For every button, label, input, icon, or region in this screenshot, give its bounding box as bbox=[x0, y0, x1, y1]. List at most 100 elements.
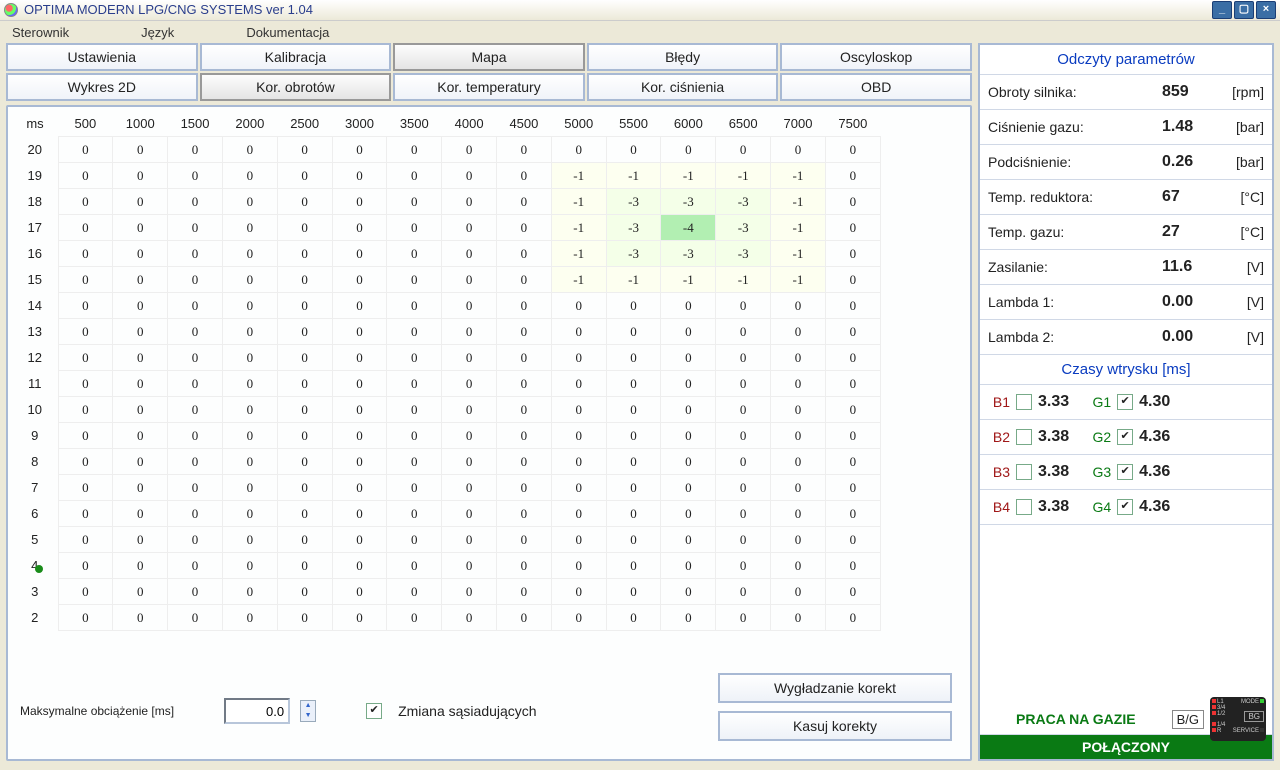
grid-cell[interactable]: 0 bbox=[222, 241, 277, 267]
grid-cell[interactable]: 0 bbox=[661, 527, 716, 553]
grid-cell[interactable]: 0 bbox=[168, 605, 223, 631]
grid-cell[interactable]: 0 bbox=[606, 449, 661, 475]
grid-cell[interactable]: 0 bbox=[168, 163, 223, 189]
grid-cell[interactable]: 0 bbox=[222, 553, 277, 579]
grid-cell[interactable]: -3 bbox=[606, 215, 661, 241]
grid-cell[interactable]: 0 bbox=[716, 501, 771, 527]
grid-cell[interactable]: -1 bbox=[661, 163, 716, 189]
grid-cell[interactable]: 0 bbox=[332, 267, 387, 293]
grid-cell[interactable]: 0 bbox=[771, 397, 826, 423]
grid-cell[interactable]: 0 bbox=[277, 605, 332, 631]
inj-g-checkbox[interactable]: ✔ bbox=[1117, 464, 1133, 480]
close-button[interactable]: × bbox=[1256, 1, 1276, 19]
grid-cell[interactable]: 0 bbox=[332, 527, 387, 553]
grid-cell[interactable]: 0 bbox=[113, 371, 168, 397]
grid-cell[interactable]: 0 bbox=[497, 215, 552, 241]
grid-cell[interactable]: 0 bbox=[58, 397, 113, 423]
grid-cell[interactable]: -3 bbox=[716, 241, 771, 267]
grid-cell[interactable]: 0 bbox=[551, 501, 606, 527]
grid-cell[interactable]: 0 bbox=[716, 371, 771, 397]
grid-cell[interactable]: 0 bbox=[168, 527, 223, 553]
grid-cell[interactable]: 0 bbox=[497, 449, 552, 475]
grid-cell[interactable]: 0 bbox=[661, 605, 716, 631]
grid-cell[interactable]: 0 bbox=[387, 475, 442, 501]
grid-cell[interactable]: 0 bbox=[606, 605, 661, 631]
grid-cell[interactable]: 0 bbox=[551, 345, 606, 371]
tab-calibration[interactable]: Kalibracja bbox=[200, 43, 392, 71]
grid-cell[interactable]: 0 bbox=[277, 371, 332, 397]
grid-cell[interactable]: 0 bbox=[113, 241, 168, 267]
grid-cell[interactable]: 0 bbox=[277, 501, 332, 527]
grid-cell[interactable]: 0 bbox=[442, 267, 497, 293]
grid-cell[interactable]: 0 bbox=[771, 501, 826, 527]
grid-cell[interactable]: 0 bbox=[606, 423, 661, 449]
grid-cell[interactable]: 0 bbox=[168, 449, 223, 475]
subtab-wykres[interactable]: Wykres 2D bbox=[6, 73, 198, 101]
grid-cell[interactable]: 0 bbox=[387, 345, 442, 371]
grid-cell[interactable]: -1 bbox=[771, 163, 826, 189]
grid-cell[interactable]: 0 bbox=[168, 501, 223, 527]
grid-cell[interactable]: 0 bbox=[222, 137, 277, 163]
grid-cell[interactable]: 0 bbox=[113, 319, 168, 345]
grid-cell[interactable]: 0 bbox=[387, 397, 442, 423]
inj-b-checkbox[interactable] bbox=[1016, 429, 1032, 445]
grid-cell[interactable]: 0 bbox=[58, 475, 113, 501]
grid-cell[interactable]: 0 bbox=[825, 605, 880, 631]
grid-cell[interactable]: 0 bbox=[277, 475, 332, 501]
grid-cell[interactable]: 0 bbox=[113, 579, 168, 605]
grid-cell[interactable]: 0 bbox=[606, 501, 661, 527]
grid-cell[interactable]: 0 bbox=[387, 579, 442, 605]
grid-cell[interactable]: 0 bbox=[551, 397, 606, 423]
grid-cell[interactable]: 0 bbox=[222, 501, 277, 527]
grid-cell[interactable]: 0 bbox=[442, 189, 497, 215]
grid-cell[interactable]: -3 bbox=[716, 189, 771, 215]
grid-cell[interactable]: 0 bbox=[825, 423, 880, 449]
grid-cell[interactable]: 0 bbox=[387, 449, 442, 475]
grid-cell[interactable]: -1 bbox=[661, 267, 716, 293]
grid-cell[interactable]: 0 bbox=[58, 371, 113, 397]
grid-cell[interactable]: 0 bbox=[387, 267, 442, 293]
grid-cell[interactable]: 0 bbox=[497, 163, 552, 189]
grid-cell[interactable]: 0 bbox=[113, 475, 168, 501]
grid-cell[interactable]: 0 bbox=[387, 553, 442, 579]
grid-cell[interactable]: 0 bbox=[551, 137, 606, 163]
grid-cell[interactable]: 0 bbox=[277, 137, 332, 163]
grid-cell[interactable]: 0 bbox=[332, 605, 387, 631]
grid-cell[interactable]: 0 bbox=[387, 423, 442, 449]
grid-cell[interactable]: 0 bbox=[58, 241, 113, 267]
inj-g-checkbox[interactable]: ✔ bbox=[1117, 429, 1133, 445]
grid-cell[interactable]: 0 bbox=[113, 293, 168, 319]
inj-g-checkbox[interactable]: ✔ bbox=[1117, 394, 1133, 410]
grid-cell[interactable]: 0 bbox=[58, 189, 113, 215]
grid-cell[interactable]: 0 bbox=[332, 293, 387, 319]
grid-cell[interactable]: 0 bbox=[771, 371, 826, 397]
grid-cell[interactable]: 0 bbox=[277, 527, 332, 553]
grid-cell[interactable]: 0 bbox=[387, 241, 442, 267]
grid-cell[interactable]: 0 bbox=[113, 423, 168, 449]
grid-cell[interactable]: 0 bbox=[387, 215, 442, 241]
grid-cell[interactable]: 0 bbox=[277, 423, 332, 449]
grid-cell[interactable]: 0 bbox=[222, 449, 277, 475]
grid-cell[interactable]: 0 bbox=[222, 163, 277, 189]
grid-cell[interactable]: 0 bbox=[387, 605, 442, 631]
grid-cell[interactable]: 0 bbox=[661, 293, 716, 319]
grid-cell[interactable]: 0 bbox=[442, 241, 497, 267]
smooth-button[interactable]: Wygładzanie korekt bbox=[718, 673, 952, 703]
grid-cell[interactable]: 0 bbox=[168, 475, 223, 501]
tab-errors[interactable]: Błędy bbox=[587, 43, 779, 71]
grid-cell[interactable]: 0 bbox=[716, 137, 771, 163]
grid-cell[interactable]: 0 bbox=[113, 137, 168, 163]
grid-cell[interactable]: 0 bbox=[606, 475, 661, 501]
grid-cell[interactable]: 0 bbox=[771, 527, 826, 553]
grid-cell[interactable]: 0 bbox=[58, 267, 113, 293]
grid-cell[interactable]: 0 bbox=[497, 345, 552, 371]
menu-controller[interactable]: Sterownik bbox=[6, 25, 75, 40]
grid-cell[interactable]: 0 bbox=[58, 449, 113, 475]
grid-cell[interactable]: 0 bbox=[332, 553, 387, 579]
grid-cell[interactable]: 0 bbox=[825, 579, 880, 605]
grid-cell[interactable]: 0 bbox=[661, 137, 716, 163]
inj-b-checkbox[interactable] bbox=[1016, 464, 1032, 480]
grid-cell[interactable]: -1 bbox=[716, 163, 771, 189]
grid-cell[interactable]: 0 bbox=[771, 553, 826, 579]
subtab-obd[interactable]: OBD bbox=[780, 73, 972, 101]
